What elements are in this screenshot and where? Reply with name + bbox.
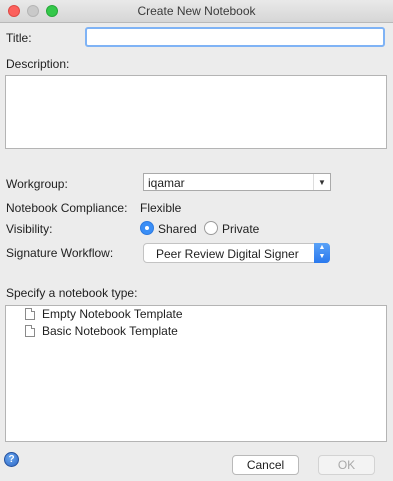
up-down-arrows-icon[interactable]: ▲ ▼ (314, 243, 330, 263)
window-title: Create New Notebook (137, 4, 256, 18)
visibility-label: Visibility: (6, 222, 53, 236)
workgroup-value: iqamar (148, 176, 185, 190)
workgroup-label: Workgroup: (6, 177, 68, 191)
compliance-label: Notebook Compliance: (6, 201, 128, 215)
workgroup-select[interactable]: iqamar ▼ (143, 173, 331, 191)
notebook-type-list[interactable]: Empty Notebook Template Basic Notebook T… (5, 305, 387, 442)
list-item-label: Basic Notebook Template (42, 324, 178, 338)
description-textarea[interactable] (5, 75, 387, 149)
signature-workflow-value: Peer Review Digital Signer (156, 247, 299, 261)
chevron-down-icon[interactable]: ▼ (313, 174, 330, 190)
ok-button[interactable]: OK (318, 455, 375, 475)
notebook-type-label: Specify a notebook type: (6, 286, 138, 300)
signature-workflow-label: Signature Workflow: (6, 246, 114, 260)
title-input[interactable] (85, 27, 385, 47)
private-radio[interactable] (204, 221, 218, 235)
document-icon (25, 308, 35, 320)
title-label: Title: (6, 31, 32, 45)
signature-workflow-select[interactable]: Peer Review Digital Signer ▲ ▼ (143, 243, 330, 263)
document-icon (25, 325, 35, 337)
private-radio-label[interactable]: Private (222, 222, 259, 236)
cancel-button[interactable]: Cancel (232, 455, 299, 475)
shared-radio-label[interactable]: Shared (158, 222, 197, 236)
compliance-value: Flexible (140, 201, 182, 215)
description-label: Description: (6, 57, 70, 71)
window-titlebar: Create New Notebook (0, 0, 393, 23)
list-item-label: Empty Notebook Template (42, 307, 183, 321)
help-button[interactable]: ? (4, 452, 19, 467)
shared-radio[interactable] (140, 221, 154, 235)
